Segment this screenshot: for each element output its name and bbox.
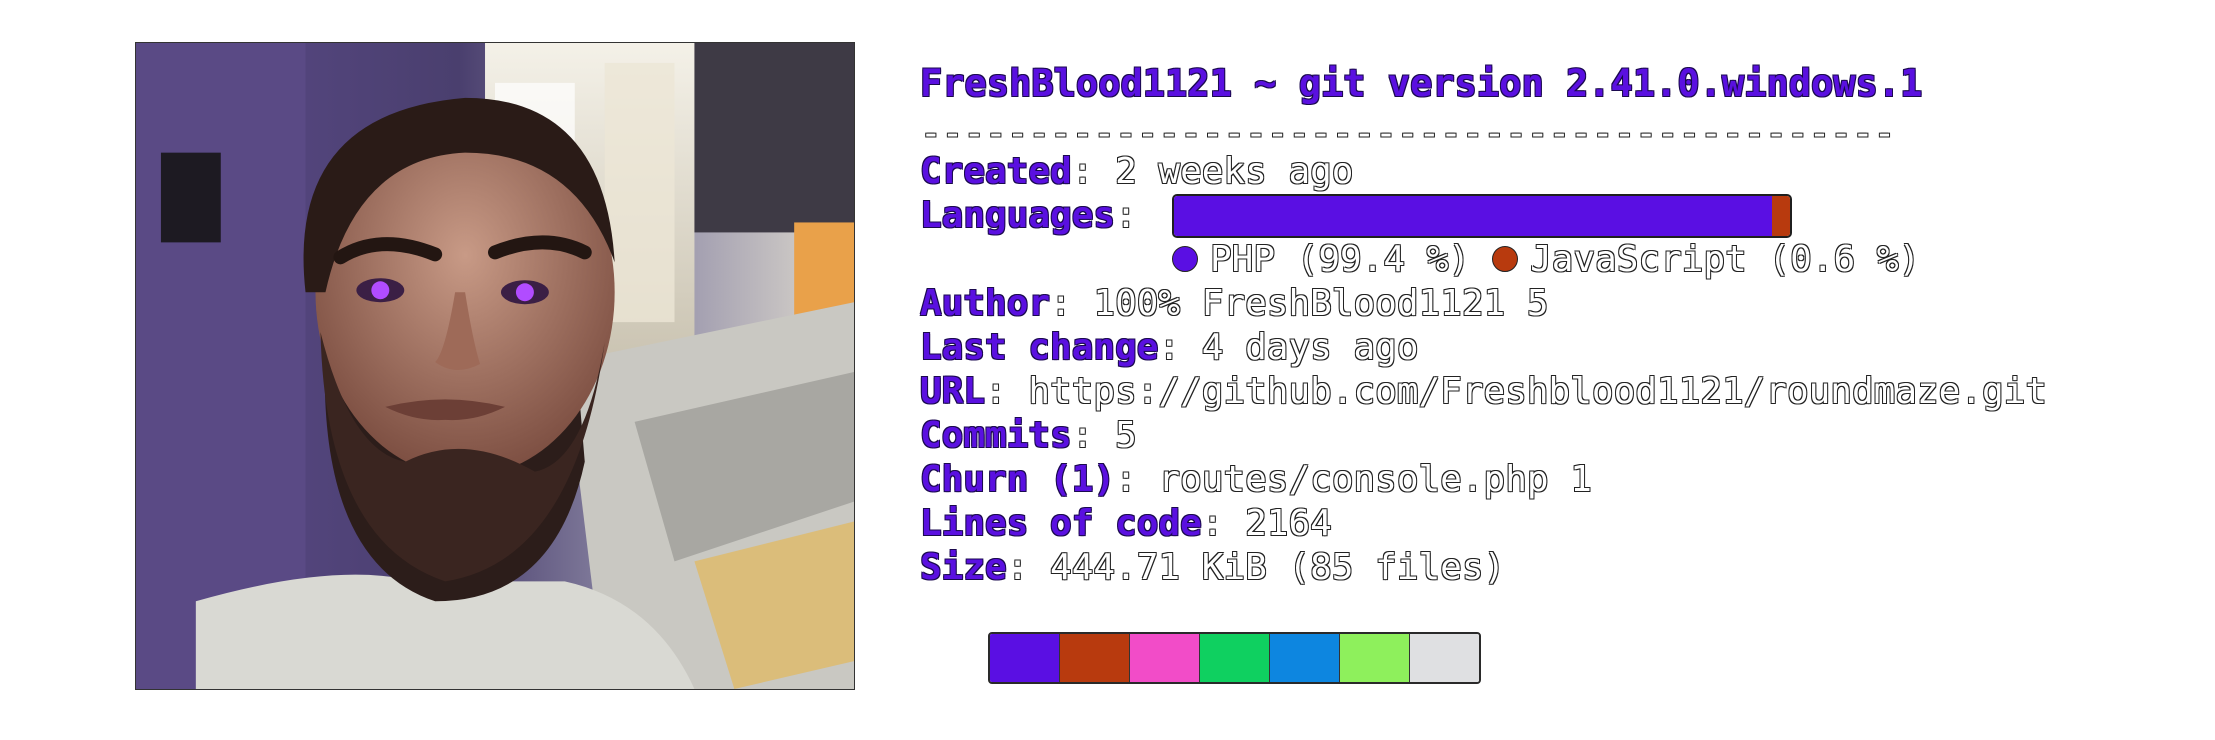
info-value: : https://github.com/Freshblood1121/roun… xyxy=(984,370,2048,412)
palette-swatch xyxy=(990,634,1060,682)
language-bar xyxy=(1172,194,1792,238)
info-row-commits: Commits: 5 xyxy=(920,414,1138,458)
info-value: : 100% FreshBlood1121 5 xyxy=(1049,282,1549,324)
palette-swatch xyxy=(1410,634,1479,682)
info-key: Created xyxy=(920,151,1073,193)
info-row-languages: Languages: xyxy=(919,194,1137,238)
info-row-author: Author: 100% FreshBlood1121 5 xyxy=(919,282,1549,326)
legend-item-javascript: JavaScript (0.6 %) xyxy=(1492,239,1920,280)
info-key: Last change xyxy=(919,327,1159,369)
palette-swatch xyxy=(1130,634,1200,682)
info-row-created: Created: 2 weeks ago xyxy=(920,150,1355,194)
info-row-last-change: Last change: 4 days ago xyxy=(919,326,1419,370)
info-row-size: Size: 444.71 KiB (85 files) xyxy=(920,546,1506,590)
palette-swatch xyxy=(1060,634,1130,682)
info-key: Author xyxy=(919,283,1051,325)
javascript-dot-icon xyxy=(1492,246,1519,272)
legend-label: PHP (99.4 %) xyxy=(1210,239,1471,280)
info-value: : 4 days ago xyxy=(1158,326,1419,368)
palette-swatch xyxy=(1200,634,1270,682)
palette-swatch xyxy=(1340,634,1410,682)
info-value: : xyxy=(1114,194,1137,236)
avatar xyxy=(135,42,855,690)
info-key: Lines of code xyxy=(920,503,1203,545)
php-dot-icon xyxy=(1172,246,1198,272)
avatar-portrait-icon xyxy=(136,43,854,689)
color-palette xyxy=(988,632,1481,684)
language-legend: PHP (99.4 %) JavaScript (0.6 %) xyxy=(1172,238,1942,282)
info-key: Churn (1) xyxy=(919,459,1116,501)
info-row-churn: Churn (1): routes/console.php 1 xyxy=(919,458,1592,502)
info-value: : 2 weeks ago xyxy=(1071,150,1354,192)
repo-title: FreshBlood1121 ~ git version 2.41.0.wind… xyxy=(919,62,1923,106)
language-bar-segment-php xyxy=(1174,196,1772,236)
legend-label: JavaScript (0.6 %) xyxy=(1530,239,1921,280)
info-key: Size xyxy=(920,547,1008,589)
info-value: : routes/console.php 1 xyxy=(1114,458,1592,500)
info-row-url: URL: https://github.com/Freshblood1121/r… xyxy=(919,370,2048,414)
legend-item-php: PHP (99.4 %) xyxy=(1172,239,1470,280)
info-value: : 5 xyxy=(1071,414,1137,456)
repo-title-text: FreshBlood1121 ~ git version 2.41.0.wind… xyxy=(919,62,1923,106)
info-key: Commits xyxy=(920,415,1073,457)
palette-swatch xyxy=(1270,634,1340,682)
title-separator: ----------------------------------------… xyxy=(920,117,1896,151)
info-key: Languages xyxy=(919,195,1116,237)
info-value: : 444.71 KiB (85 files) xyxy=(1006,546,1506,588)
info-key: URL xyxy=(919,371,986,413)
info-value: : 2164 xyxy=(1201,502,1332,544)
language-bar-segment-javascript xyxy=(1771,196,1790,236)
info-row-lines-of-code: Lines of code: 2164 xyxy=(920,502,1333,546)
